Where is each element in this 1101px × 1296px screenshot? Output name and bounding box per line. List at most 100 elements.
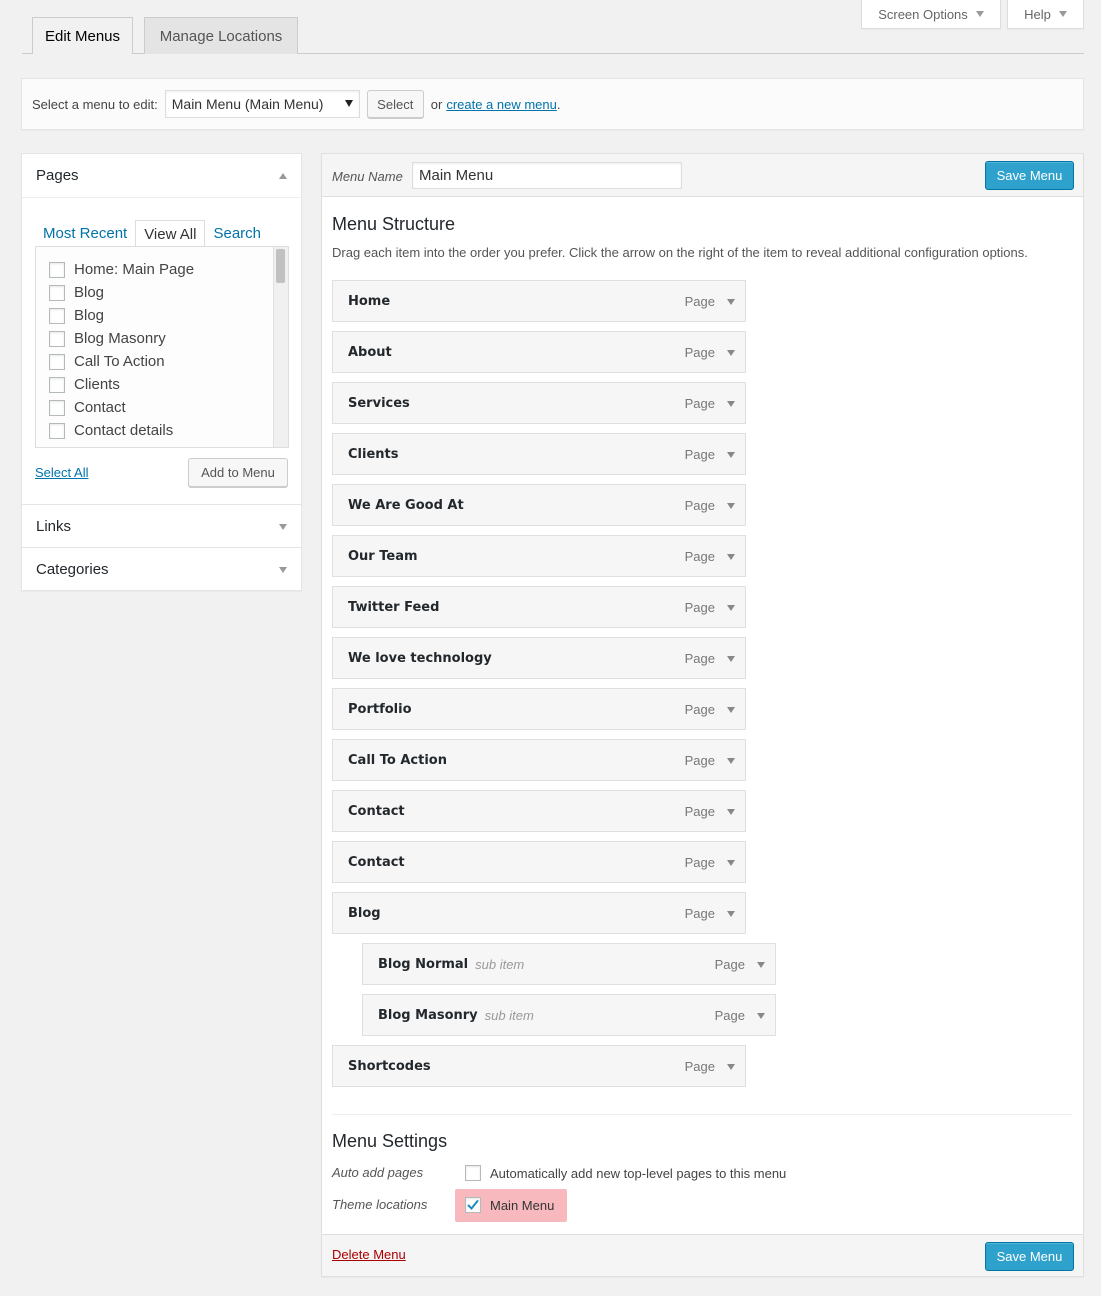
pages-box-header[interactable]: Pages — [22, 154, 301, 197]
list-item[interactable]: Blog — [49, 307, 104, 324]
select-menu-label: Select a menu to edit: — [32, 96, 158, 112]
item-toggle-arrow-icon[interactable] — [727, 452, 735, 458]
menu-item[interactable]: Services Page — [332, 382, 746, 424]
location-main-menu-option[interactable]: Main Menu — [465, 1197, 554, 1213]
item-toggle-arrow-icon[interactable] — [727, 605, 735, 611]
or-text: or — [430, 96, 443, 112]
item-toggle-arrow-icon[interactable] — [727, 503, 735, 509]
checkbox[interactable] — [49, 353, 65, 370]
checkbox[interactable] — [49, 330, 65, 347]
links-box-header[interactable]: Links — [22, 505, 301, 548]
checkbox[interactable] — [49, 284, 65, 301]
create-new-menu-link[interactable]: create a new menu — [446, 97, 557, 112]
menu-item[interactable]: We love technology Page — [332, 637, 746, 679]
menu-item-type: Page — [684, 650, 715, 666]
period-text: . — [556, 96, 561, 112]
menu-item-title: Call To Action — [348, 752, 447, 768]
scrollbar-thumb[interactable] — [276, 249, 285, 283]
categories-box-title: Categories — [36, 561, 109, 578]
item-toggle-arrow-icon[interactable] — [727, 350, 735, 356]
menu-select[interactable]: Main Menu (Main Menu) — [164, 90, 360, 118]
item-toggle-arrow-icon[interactable] — [757, 1013, 765, 1019]
list-item[interactable]: Clients — [49, 376, 120, 393]
menu-item[interactable]: Clients Page — [332, 433, 746, 475]
list-item[interactable]: Call To Action — [49, 353, 165, 370]
select-button[interactable]: Select — [366, 90, 424, 118]
item-toggle-arrow-icon[interactable] — [727, 554, 735, 560]
menu-item-title: Clients — [348, 446, 399, 462]
menu-item[interactable]: Twitter Feed Page — [332, 586, 746, 628]
menu-item[interactable]: Blog Page — [332, 892, 746, 934]
auto-add-checkbox[interactable] — [465, 1165, 481, 1181]
page-item-label: Blog — [74, 284, 105, 301]
add-to-menu-label: Add to Menu — [201, 465, 275, 480]
save-menu-button-top[interactable]: Save Menu — [985, 161, 1074, 190]
menu-item-type: Page — [684, 293, 715, 309]
tab-view-all[interactable]: View All — [135, 220, 206, 247]
checkbox[interactable] — [49, 307, 65, 324]
list-item[interactable]: Contact — [49, 399, 126, 416]
help-label: Help — [1024, 6, 1051, 22]
checkbox[interactable] — [49, 422, 65, 439]
menu-item-type: Page — [684, 1058, 715, 1074]
scrollbar[interactable] — [273, 247, 288, 447]
menu-item[interactable]: Shortcodes Page — [332, 1045, 746, 1087]
tab-edit-menus[interactable]: Edit Menus — [32, 17, 133, 54]
expand-icon[interactable] — [279, 523, 287, 530]
list-item[interactable]: Blog Masonry — [49, 330, 166, 347]
item-toggle-arrow-icon[interactable] — [727, 860, 735, 866]
tab-view-all-label: View All — [144, 225, 197, 243]
item-toggle-arrow-icon[interactable] — [727, 758, 735, 764]
dropdown-arrow-icon — [344, 100, 353, 107]
tab-most-recent[interactable]: Most Recent — [35, 220, 135, 247]
categories-box-header[interactable]: Categories — [22, 548, 301, 591]
menu-item[interactable]: About Page — [332, 331, 746, 373]
page-item-label: Blog Masonry — [74, 330, 166, 347]
item-toggle-arrow-icon[interactable] — [727, 299, 735, 305]
item-toggle-arrow-icon[interactable] — [727, 401, 735, 407]
menu-item-title: Contact — [348, 854, 405, 870]
menu-footer: Delete Menu Save Menu — [322, 1234, 1083, 1276]
menu-item[interactable]: Our Team Page — [332, 535, 746, 577]
help-button[interactable]: Help — [1007, 0, 1084, 29]
item-toggle-arrow-icon[interactable] — [727, 809, 735, 815]
menu-sub-item[interactable]: Blog Normal sub item Page — [362, 943, 776, 985]
screen-options-button[interactable]: Screen Options — [861, 0, 1001, 29]
save-menu-button-bottom[interactable]: Save Menu — [985, 1242, 1074, 1271]
menu-sub-item[interactable]: Blog Masonry sub item Page — [362, 994, 776, 1036]
tab-manage-locations[interactable]: Manage Locations — [144, 17, 298, 54]
menu-item[interactable]: Home Page — [332, 280, 746, 322]
list-item[interactable]: Contact details — [49, 422, 173, 439]
menu-item-type: Page — [684, 905, 715, 921]
item-toggle-arrow-icon[interactable] — [727, 1064, 735, 1070]
item-toggle-arrow-icon[interactable] — [727, 911, 735, 917]
list-item[interactable]: Blog — [49, 284, 104, 301]
menu-item[interactable]: Contact Page — [332, 841, 746, 883]
collapse-icon[interactable] — [279, 172, 287, 179]
save-menu-label: Save Menu — [996, 168, 1063, 183]
add-to-menu-button[interactable]: Add to Menu — [188, 458, 288, 487]
menu-item-type: Page — [714, 956, 745, 972]
item-toggle-arrow-icon[interactable] — [757, 962, 765, 968]
menu-name-input[interactable]: Main Menu — [412, 162, 682, 189]
checkbox[interactable] — [49, 261, 65, 278]
checkbox[interactable] — [49, 399, 65, 416]
menu-item[interactable]: Call To Action Page — [332, 739, 746, 781]
menu-item-title: Twitter Feed — [348, 599, 440, 615]
menu-item-type: Page — [684, 701, 715, 717]
item-toggle-arrow-icon[interactable] — [727, 707, 735, 713]
delete-menu-link[interactable]: Delete Menu — [332, 1247, 406, 1262]
item-toggle-arrow-icon[interactable] — [727, 656, 735, 662]
location-main-menu-checkbox[interactable] — [465, 1197, 481, 1213]
menu-item[interactable]: Portfolio Page — [332, 688, 746, 730]
select-all-link[interactable]: Select All — [35, 465, 88, 480]
list-item[interactable]: Home: Main Page — [49, 261, 194, 278]
menu-item[interactable]: We Are Good At Page — [332, 484, 746, 526]
checkbox[interactable] — [49, 376, 65, 393]
menu-item-type: Page — [714, 1007, 745, 1023]
tab-search[interactable]: Search — [205, 220, 269, 247]
expand-icon[interactable] — [279, 566, 287, 573]
auto-add-option[interactable]: Automatically add new top-level pages to… — [465, 1165, 786, 1181]
auto-add-text: Automatically add new top-level pages to… — [490, 1165, 787, 1181]
menu-item[interactable]: Contact Page — [332, 790, 746, 832]
